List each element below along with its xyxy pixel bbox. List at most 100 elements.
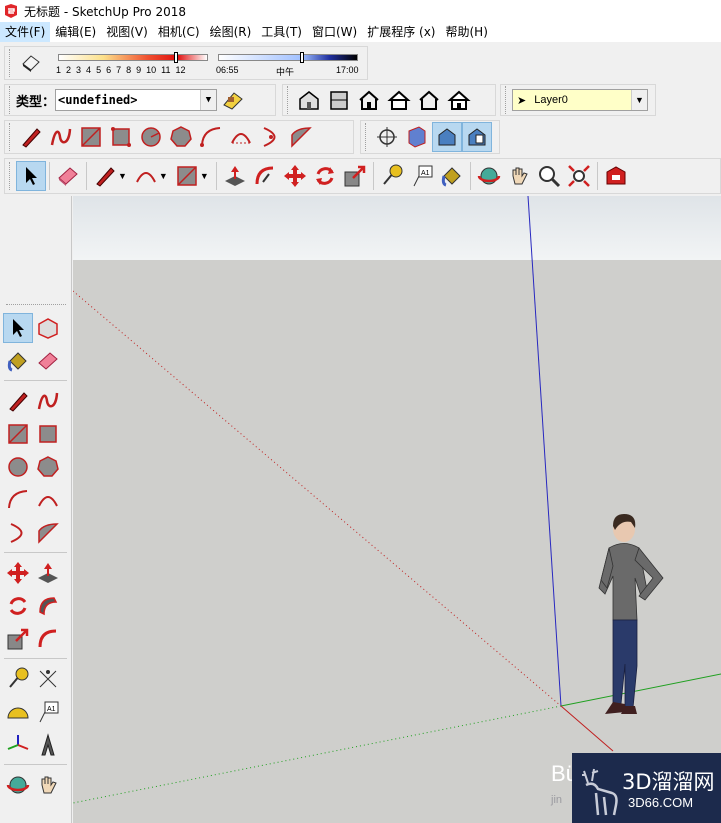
scene-canvas[interactable]: Bü jin (73, 196, 721, 823)
top-view-button[interactable] (324, 85, 354, 115)
left-axes-button[interactable] (3, 730, 33, 760)
left-line-button[interactable] (3, 386, 33, 416)
offset-icon (38, 629, 57, 647)
freehand-tool-button[interactable] (46, 122, 76, 152)
orbit-button[interactable] (474, 161, 504, 191)
section-plane-button[interactable] (372, 122, 402, 152)
display-section-cuts-button[interactable] (432, 122, 462, 152)
zoom-extents-button[interactable] (564, 161, 594, 191)
month-tick-label: 11 (161, 65, 171, 75)
month-slider[interactable]: 1 2 3 4 5 6 7 8 9 10 11 12 (54, 48, 214, 78)
three-point-arc-button[interactable] (256, 122, 286, 152)
time-slider[interactable]: 06:55 中午 17:00 (214, 48, 364, 78)
left-view-button[interactable] (444, 85, 474, 115)
principal-toolbar: ▼ ▼ ▼ A1 (4, 158, 721, 194)
type-select[interactable]: <undefined> ▼ (55, 89, 218, 111)
left-circle-button[interactable] (3, 452, 33, 482)
left-text-button[interactable]: A1 (33, 697, 63, 727)
rotate-button[interactable] (310, 161, 340, 191)
menu-item[interactable]: 视图(V) (101, 22, 153, 42)
jin-watermark-text: jin (550, 794, 562, 806)
polygon-tool-button[interactable] (166, 122, 196, 152)
month-tick-label: 4 (86, 65, 92, 75)
scale-button[interactable] (340, 161, 370, 191)
offset-button[interactable] (250, 161, 280, 191)
select-tool-button[interactable] (16, 161, 46, 191)
menu-item[interactable]: 帮助(H) (440, 22, 492, 42)
back-view-button[interactable] (414, 85, 444, 115)
rectangle-icon (8, 423, 28, 444)
left-orbit-button[interactable] (3, 770, 33, 800)
tape-measure-button[interactable] (377, 161, 407, 191)
menu-item[interactable]: 编辑(E) (50, 22, 101, 42)
display-section-planes-button[interactable] (402, 122, 432, 152)
menu-item[interactable]: 扩展程序 (x) (362, 22, 440, 42)
push-pull-button[interactable] (220, 161, 250, 191)
drawing-viewport[interactable]: Bü jin 3D溜溜网 3D66.COM (73, 196, 721, 823)
layer-select[interactable]: ➤ Layer0 ▼ (512, 89, 648, 111)
rotate-icon (315, 167, 334, 185)
chevron-down-icon[interactable]: ▼ (159, 171, 168, 181)
left-pan-button[interactable] (33, 770, 63, 800)
pie-tool-button[interactable] (286, 122, 316, 152)
left-two-point-arc-button[interactable] (33, 485, 63, 515)
pan-button[interactable] (504, 161, 534, 191)
left-polygon-button[interactable] (33, 452, 63, 482)
left-component-button[interactable] (33, 313, 63, 343)
left-select-button[interactable] (3, 312, 33, 343)
left-tape-button[interactable] (3, 664, 33, 694)
left-pie-button[interactable] (33, 518, 63, 548)
front-view-button[interactable] (354, 85, 384, 115)
left-rectangle-button[interactable] (3, 419, 33, 449)
menu-item[interactable]: 相机(C) (153, 22, 205, 42)
left-3d-text-button[interactable] (33, 730, 63, 760)
circle-tool-button[interactable] (136, 122, 166, 152)
classifier-button[interactable] (217, 85, 247, 115)
right-view-button[interactable] (384, 85, 414, 115)
shape-tool-button[interactable] (172, 161, 202, 191)
month-tick-label: 3 (76, 65, 82, 75)
left-freehand-button[interactable] (33, 386, 63, 416)
display-section-fill-button[interactable] (462, 122, 492, 152)
left-follow-me-button[interactable] (33, 591, 63, 621)
polygon-icon (37, 455, 59, 477)
chevron-down-icon[interactable]: ▼ (200, 171, 209, 181)
shadow-settings-button[interactable] (16, 48, 46, 78)
left-dimension-button[interactable] (33, 664, 63, 694)
warehouse-button[interactable] (601, 161, 631, 191)
rectangle-tool-button[interactable] (76, 122, 106, 152)
left-move-button[interactable] (3, 558, 33, 588)
line-tool-button[interactable] (16, 122, 46, 152)
menu-item[interactable]: 绘图(R) (205, 22, 257, 42)
3d-text-icon (41, 732, 55, 755)
zoom-button[interactable] (534, 161, 564, 191)
left-rotate-button[interactable] (3, 591, 33, 621)
left-paint-button[interactable] (3, 346, 33, 376)
move-button[interactable] (280, 161, 310, 191)
left-push-pull-button[interactable] (33, 558, 63, 588)
arc-tool-button[interactable] (196, 122, 226, 152)
left-arc-button[interactable] (3, 485, 33, 515)
iso-view-button[interactable] (294, 85, 324, 115)
move-arrows-icon (283, 165, 306, 187)
two-point-arc-button[interactable] (226, 122, 256, 152)
menu-item[interactable]: 文件(F) (0, 22, 51, 42)
chevron-down-icon[interactable]: ▼ (118, 171, 127, 181)
arc-tool-button-2[interactable] (131, 161, 161, 191)
left-rotated-rect-button[interactable] (33, 419, 63, 449)
left-eraser-button[interactable] (33, 346, 63, 376)
left-protractor-button[interactable] (3, 697, 33, 727)
paint-bucket-button[interactable] (437, 161, 467, 191)
month-tick-label: 6 (106, 65, 112, 75)
rotated-rectangle-button[interactable] (106, 122, 136, 152)
pencil-tool-button[interactable] (90, 161, 120, 191)
eraser-tool-button[interactable] (53, 161, 83, 191)
left-three-point-arc-button[interactable] (3, 518, 33, 548)
text-tool-button[interactable]: A1 (407, 161, 437, 191)
pie-icon (291, 127, 312, 148)
menu-item[interactable]: 窗口(W) (307, 22, 362, 42)
front-house-icon (359, 90, 379, 110)
left-offset-button[interactable] (33, 624, 63, 654)
menu-item[interactable]: 工具(T) (256, 22, 307, 42)
left-scale-button[interactable] (3, 624, 33, 654)
